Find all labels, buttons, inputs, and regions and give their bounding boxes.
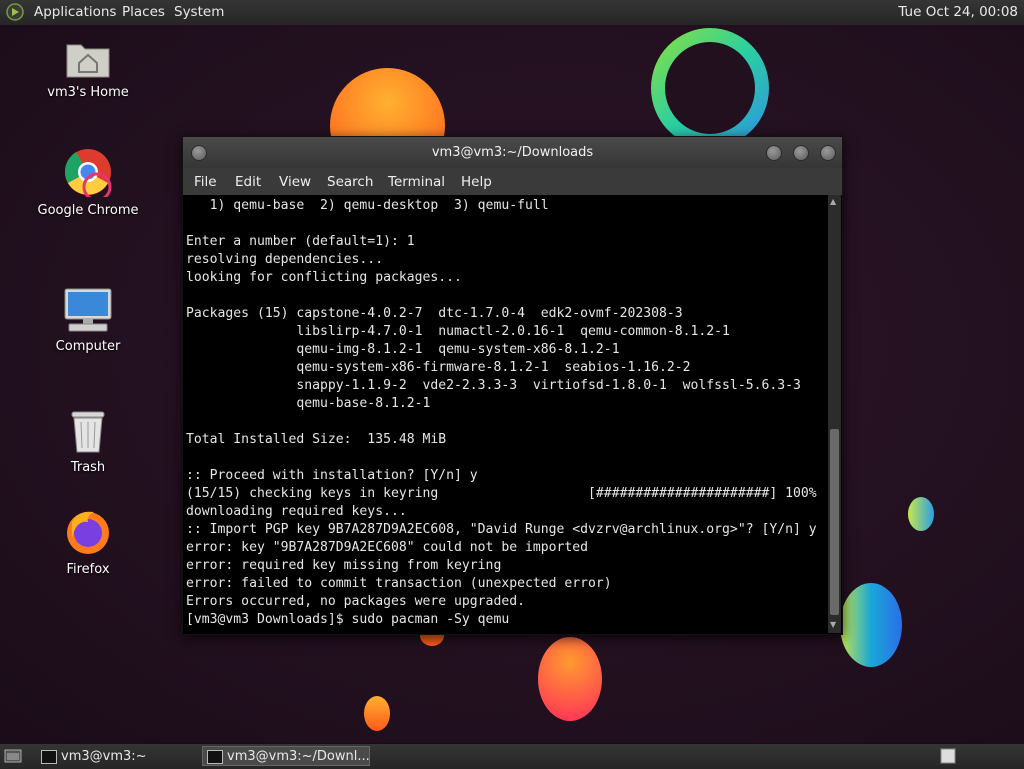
scroll-up-icon[interactable]: ▲ — [830, 197, 836, 206]
taskbar-item-terminal-home[interactable]: vm3@vm3:~ — [36, 746, 196, 766]
window-menu-button[interactable] — [191, 145, 207, 161]
wallpaper-blue-blob — [840, 583, 902, 667]
menu-edit[interactable]: Edit — [235, 174, 261, 190]
clock[interactable]: Tue Oct 24, 00:08 — [898, 4, 1018, 20]
terminal-line: looking for conflicting packages... — [186, 270, 462, 285]
applications-logo-icon[interactable] — [6, 3, 24, 21]
firefox-icon — [67, 511, 109, 554]
terminal-line: Enter a number (default=1): 1 — [186, 234, 415, 249]
wallpaper-small-blob — [908, 497, 934, 531]
menu-search[interactable]: Search — [327, 174, 373, 190]
desktop-icon-label: Firefox — [66, 562, 110, 577]
taskbar-item-label: vm3@vm3:~/Downl... — [227, 749, 370, 764]
scrollbar-thumb[interactable] — [830, 429, 839, 615]
home-folder-icon — [66, 44, 110, 78]
workspace-switcher-icon[interactable] — [940, 748, 956, 764]
scroll-down-icon[interactable]: ▼ — [830, 620, 836, 629]
top-panel: Applications Places System Tue Oct 24, 0… — [0, 0, 1024, 26]
terminal-line: error: failed to commit transaction (une… — [186, 576, 612, 591]
close-button[interactable] — [820, 145, 836, 161]
taskbar-item-label: vm3@vm3:~ — [61, 749, 147, 764]
menu-file[interactable]: File — [194, 174, 217, 190]
desktop-icon-trash[interactable]: Trash — [23, 410, 153, 475]
terminal-line: [vm3@vm3 Downloads]$ sudo pacman -Sy qem… — [186, 612, 510, 627]
terminal-line: error: required key missing from keyring — [186, 558, 502, 573]
desktop-icon-chrome[interactable]: Google Chrome — [23, 147, 153, 218]
terminal-line: Total Installed Size: 135.48 MiB — [186, 432, 447, 447]
terminal-icon — [207, 750, 223, 764]
chrome-icon — [64, 149, 112, 197]
computer-icon — [64, 288, 112, 332]
maximize-button[interactable] — [793, 145, 809, 161]
terminal-line: snappy-1.1.9-2 vde2-2.3.3-3 virtiofsd-1.… — [186, 378, 801, 393]
terminal-line: Errors occurred, no packages were upgrad… — [186, 594, 525, 609]
terminal-line: qemu-base-8.1.2-1 — [186, 396, 431, 411]
bottom-panel: vm3@vm3:~ vm3@vm3:~/Downl... — [0, 743, 1024, 769]
terminal-line: Packages (15) capstone-4.0.2-7 dtc-1.7.0… — [186, 306, 683, 321]
desktop-icon-label: Google Chrome — [37, 203, 139, 218]
minimize-button[interactable] — [766, 145, 782, 161]
terminal-line: downloading required keys... — [186, 504, 407, 519]
window-title: vm3@vm3:~/Downloads — [431, 145, 594, 160]
trash-icon — [71, 411, 105, 453]
terminal-line: libslirp-4.7.0-1 numactl-2.0.16-1 qemu-c… — [186, 324, 730, 339]
wallpaper-tiny-blob — [364, 696, 390, 731]
menu-help[interactable]: Help — [461, 174, 492, 190]
places-menu[interactable]: Places — [122, 4, 165, 20]
desktop-icon-home[interactable]: vm3's Home — [23, 37, 153, 100]
terminal-titlebar[interactable]: vm3@vm3:~/Downloads — [183, 137, 842, 168]
applications-menu[interactable]: Applications — [34, 4, 116, 20]
menu-terminal[interactable]: Terminal — [388, 174, 445, 190]
wallpaper-ring — [651, 28, 769, 148]
taskbar-item-terminal-downloads[interactable]: vm3@vm3:~/Downl... — [202, 746, 370, 766]
terminal-line: (15/15) checking keys in keyring [######… — [186, 486, 817, 501]
desktop-icon-label: Computer — [55, 339, 121, 354]
desktop-icon-firefox[interactable]: Firefox — [23, 508, 153, 577]
terminal-scrollbar[interactable]: ▲ ▼ — [828, 195, 841, 633]
desktop-icon-label: vm3's Home — [47, 85, 129, 100]
terminal-menubar: File Edit View Search Terminal Help — [183, 168, 842, 195]
desktop-icon-label: Trash — [70, 460, 106, 475]
system-menu[interactable]: System — [174, 4, 224, 20]
terminal-icon — [41, 750, 57, 764]
terminal-line: resolving dependencies... — [186, 252, 384, 267]
terminal-line: error: key "9B7A287D9A2EC608" could not … — [186, 540, 589, 555]
terminal-line: :: Import PGP key 9B7A287D9A2EC608, "Dav… — [186, 522, 817, 537]
terminal-window[interactable]: vm3@vm3:~/Downloads File Edit View Searc… — [182, 136, 843, 635]
terminal-line: qemu-img-8.1.2-1 qemu-system-x86-8.1.2-1 — [186, 342, 620, 357]
terminal-output[interactable]: 1) qemu-base 2) qemu-desktop 3) qemu-ful… — [183, 195, 827, 633]
desktop-icon-computer[interactable]: Computer — [23, 287, 153, 354]
terminal-line: :: Proceed with installation? [Y/n] y — [186, 468, 478, 483]
terminal-line: qemu-system-x86-firmware-8.1.2-1 seabios… — [186, 360, 691, 375]
menu-view[interactable]: View — [279, 174, 311, 190]
terminal-lines: 1) qemu-base 2) qemu-desktop 3) qemu-ful… — [183, 195, 827, 629]
wallpaper-red-blob — [538, 637, 602, 721]
show-desktop-icon[interactable] — [4, 748, 22, 764]
terminal-line: 1) qemu-base 2) qemu-desktop 3) qemu-ful… — [186, 198, 549, 213]
